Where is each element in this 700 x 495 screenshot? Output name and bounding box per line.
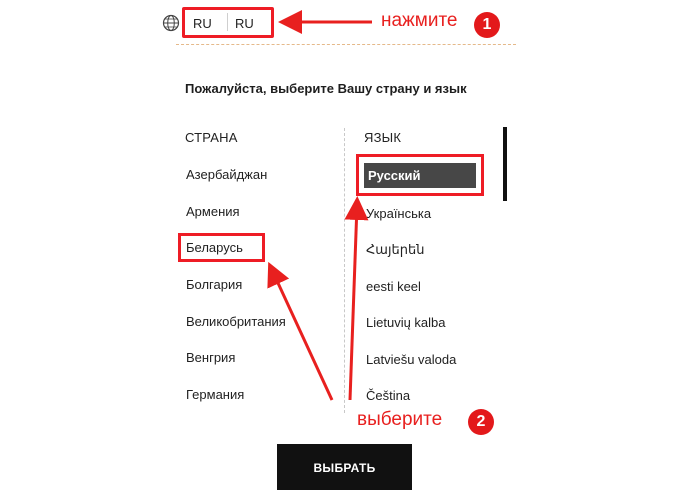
confirm-button[interactable]: ВЫБРАТЬ: [277, 444, 412, 490]
arrow-to-country: [267, 261, 334, 401]
annotation-arrows: [267, 10, 372, 401]
step1-badge: 1: [474, 12, 500, 38]
step1-label: нажмите: [381, 10, 458, 31]
step2-badge: 2: [468, 409, 494, 435]
arrow-to-language: [344, 196, 369, 401]
step2-label: выберите: [357, 409, 443, 430]
